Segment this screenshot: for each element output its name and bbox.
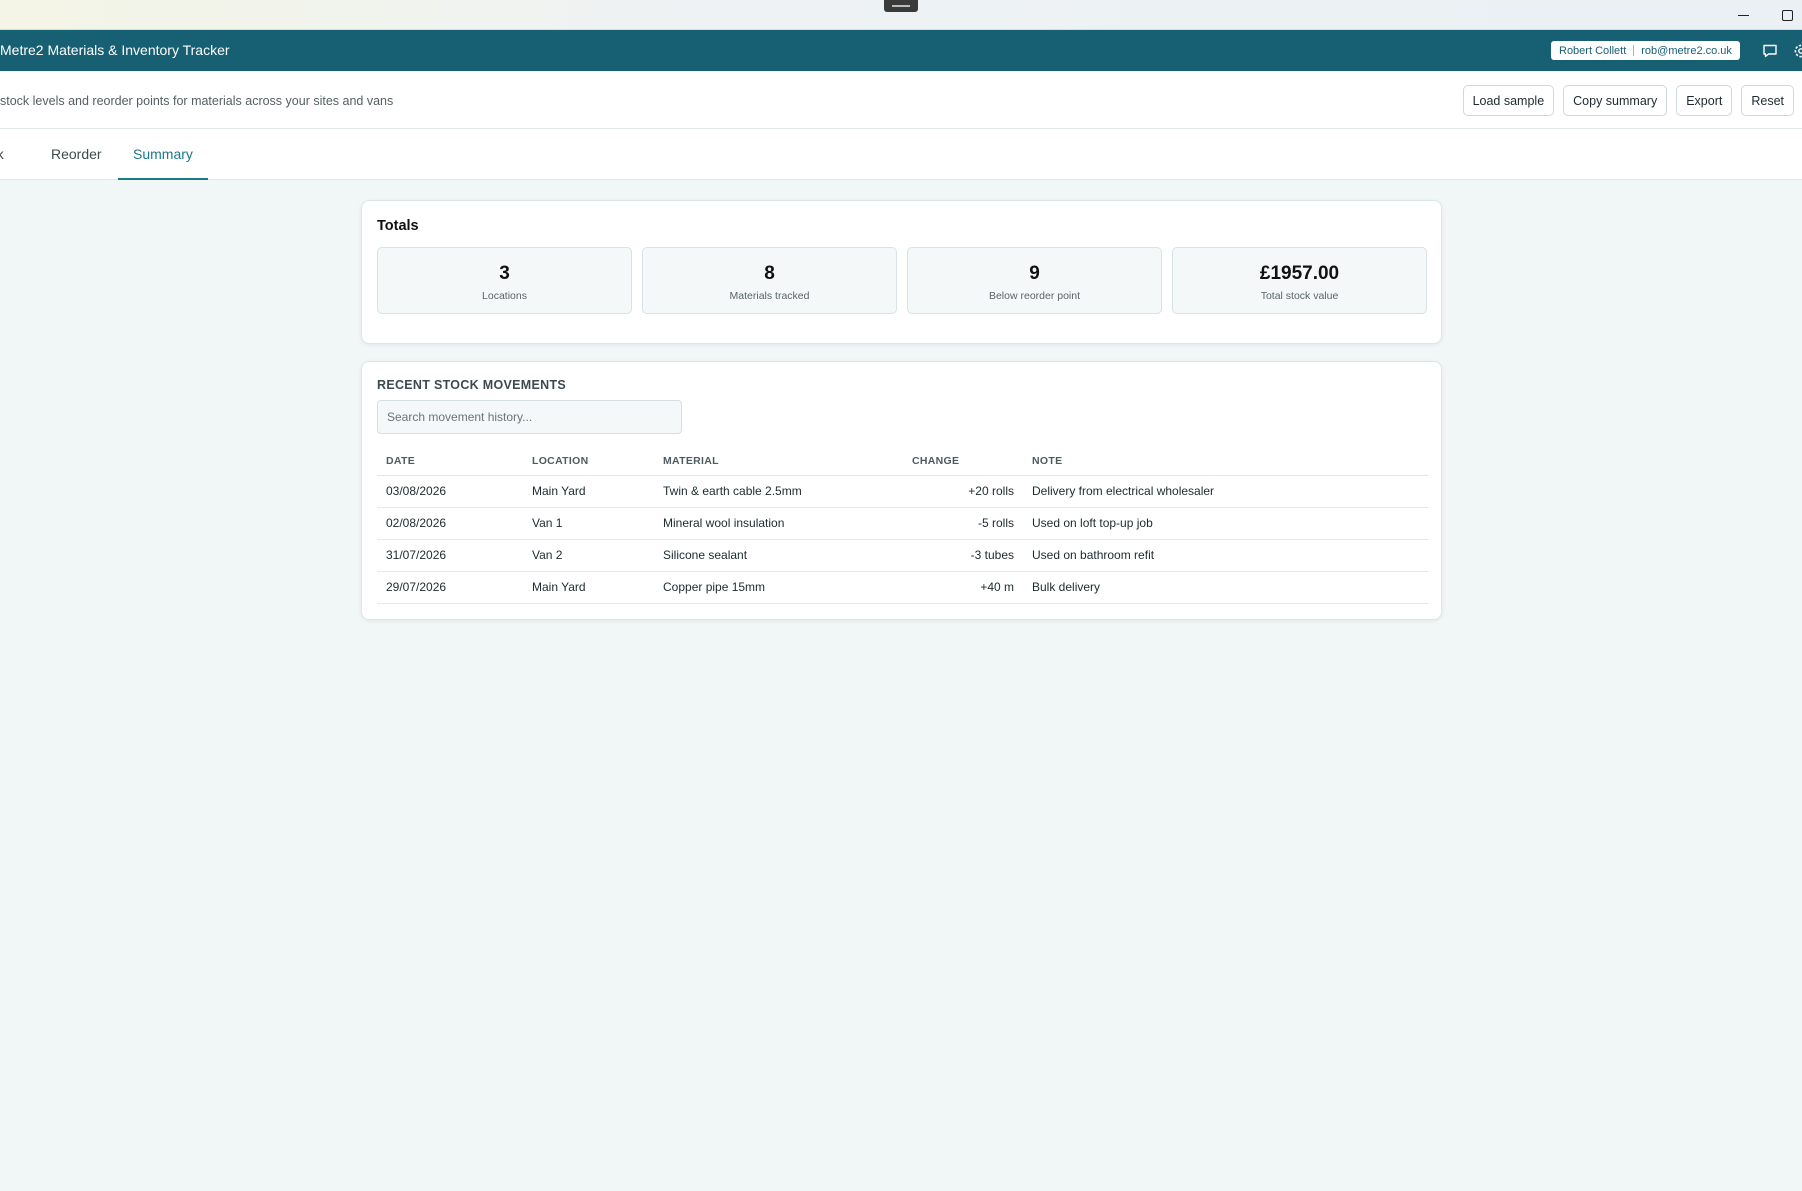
user-email: rob@metre2.co.uk [1641,44,1732,57]
totals-title: Totals [377,218,419,234]
drag-handle[interactable] [884,0,918,12]
table-row[interactable]: 03/08/2026 Main Yard Twin & earth cable … [377,475,1428,508]
table-row[interactable]: 31/07/2026 Van 2 Silicone sealant -3 tub… [377,539,1428,572]
cell-location: Van 1 [523,507,654,540]
cell-date: 02/08/2026 [377,507,523,540]
column-header-date[interactable]: DATE [377,447,523,476]
stat-label: Materials tracked [729,290,810,302]
table-row[interactable]: 29/07/2026 Main Yard Copper pipe 15mm +4… [377,571,1428,604]
toolbar: Load sample Copy summary Export Reset [1462,85,1794,116]
cell-material: Twin & earth cable 2.5mm [654,475,903,508]
cell-material: Mineral wool insulation [654,507,903,540]
column-header-change[interactable]: CHANGE [903,447,1023,476]
stat-label: Total stock value [1260,290,1339,302]
movement-search-input[interactable] [377,400,682,434]
table-header-row: DATE LOCATION MATERIAL CHANGE NOTE [377,447,1428,476]
table-row[interactable]: 02/08/2026 Van 1 Mineral wool insulation… [377,507,1428,540]
tab-reorder[interactable]: Reorder [51,129,102,180]
user-chip[interactable]: Robert Collett rob@metre2.co.uk [1551,41,1740,60]
stat-below-reorder: 9 Below reorder point [907,247,1162,314]
page-subheader: stock levels and reorder points for mate… [0,71,1802,129]
tab-summary[interactable]: Summary [118,129,208,180]
cell-date: 03/08/2026 [377,475,523,508]
stat-materials-tracked: 8 Materials tracked [642,247,897,314]
chat-icon[interactable] [1761,42,1779,60]
cell-change: -3 tubes [903,539,1023,572]
cell-location: Main Yard [523,571,654,604]
stat-label: Below reorder point [988,290,1081,302]
load-sample-button[interactable]: Load sample [1462,85,1555,116]
user-name: Robert Collett [1559,44,1627,57]
cell-change: +40 m [903,571,1023,604]
gear-icon[interactable] [1792,42,1802,60]
cell-location: Main Yard [523,475,654,508]
cell-date: 29/07/2026 [377,571,523,604]
cell-note: Used on bathroom refit [1023,539,1428,572]
cell-material: Silicone sealant [654,539,903,572]
cell-material: Copper pipe 15mm [654,571,903,604]
movements-table: DATE LOCATION MATERIAL CHANGE NOTE 03/08… [377,447,1428,604]
reset-button[interactable]: Reset [1741,85,1794,116]
maximize-icon[interactable] [1774,4,1800,26]
cell-date: 31/07/2026 [377,539,523,572]
cell-location: Van 2 [523,539,654,572]
stat-label: Locations [482,290,527,302]
totals-card: Totals 3 Locations 8 Materials tracked 9… [361,200,1442,344]
stat-value: 9 [1029,263,1040,284]
cell-change: +20 rolls [903,475,1023,508]
minimize-icon[interactable] [1730,4,1756,26]
column-header-note[interactable]: NOTE [1023,447,1428,476]
stat-value: £1957.00 [1259,263,1340,284]
tab-stock[interactable]: ock [0,129,4,180]
cell-note: Bulk delivery [1023,571,1428,604]
app-header: Metre2 Materials & Inventory Tracker Rob… [0,30,1802,71]
column-header-material[interactable]: MATERIAL [654,447,903,476]
cell-change: -5 rolls [903,507,1023,540]
stat-total-value: £1957.00 Total stock value [1172,247,1427,314]
stat-value: 8 [764,263,775,284]
column-header-location[interactable]: LOCATION [523,447,654,476]
window-titlebar [0,0,1802,30]
movements-title: RECENT STOCK MOVEMENTS [377,378,567,392]
cell-note: Delivery from electrical wholesaler [1023,475,1428,508]
app-title: Metre2 Materials & Inventory Tracker [0,42,230,58]
page-subtitle: stock levels and reorder points for mate… [0,94,394,108]
tab-bar: ock Reorder Summary [0,129,1802,180]
copy-summary-button[interactable]: Copy summary [1563,85,1668,116]
stat-value: 3 [499,263,510,284]
user-chip-divider [1633,45,1635,56]
cell-note: Used on loft top-up job [1023,507,1428,540]
stat-locations: 3 Locations [377,247,632,314]
movements-card: RECENT STOCK MOVEMENTS DATE LOCATION MAT… [361,361,1442,620]
export-button[interactable]: Export [1676,85,1733,116]
